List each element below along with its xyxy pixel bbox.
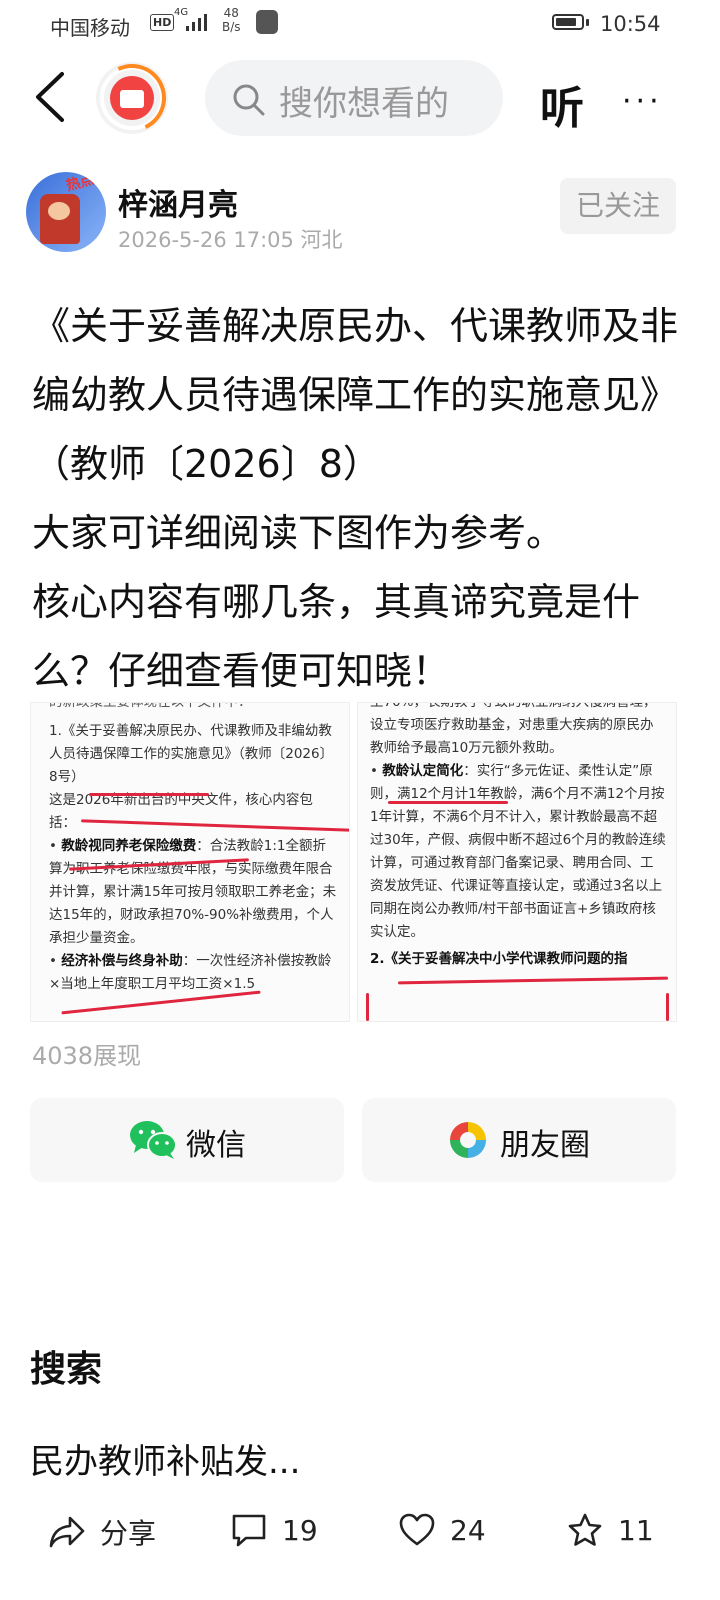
- image-bullet: • 教龄视同养老保险缴费：合法教龄1:1全额折算为职工养老保险缴费年限，与实际缴…: [49, 838, 337, 946]
- like-count: 24: [450, 1513, 486, 1547]
- bullet-body: ：合法教龄1:1全额折算为职工养老保险缴费年限，与实际缴费年限合并计算，累计满1…: [49, 838, 337, 946]
- search-bar[interactable]: 搜你想看的: [205, 60, 503, 136]
- comment-count: 19: [282, 1513, 318, 1547]
- author-name[interactable]: 梓涵月亮: [118, 180, 238, 224]
- battery-icon: [552, 14, 584, 30]
- clock: 10:54: [600, 12, 661, 36]
- follow-button[interactable]: 已关注: [560, 178, 676, 234]
- share-wechat-button[interactable]: 微信: [30, 1098, 344, 1182]
- share-arrow-icon: [49, 1516, 85, 1548]
- favorite-button[interactable]: 11: [566, 1512, 654, 1548]
- bullet-head: 教龄认定简化: [382, 763, 464, 779]
- comment-icon: [232, 1514, 266, 1547]
- post-paragraph: 核心内容有哪几条，其真谛究竟是什么？仔细查看便可知晓！: [32, 580, 641, 693]
- bottom-action-bar: 分享 19 24 11: [0, 1480, 720, 1600]
- network-signal-icon: 4G: [174, 8, 207, 31]
- network-speed-value: 48: [223, 6, 239, 20]
- post-image-2[interactable]: 至70%，长期教学导致的职业病纳入慢病管理，设立专项医疗救助基金，对患重大疾病的…: [357, 702, 677, 1022]
- post-image-1[interactable]: 的新政策主要体现在以下文件中： 1.《关于妥善解决原民办、代课教师及非编幼教人员…: [30, 702, 350, 1022]
- network-speed: 48 B/s: [222, 6, 241, 34]
- red-underline: [388, 801, 508, 804]
- image-doc-title: 1.《关于妥善解决原民办、代课教师及非编幼教人员待遇保障工作的实施意见》（教师〔…: [49, 723, 334, 785]
- image-doc-title: 2.《关于妥善解决中小学代课教师问题的指: [370, 951, 628, 967]
- avatar-face: [48, 202, 70, 220]
- carrier-name: 中国移动: [50, 16, 130, 40]
- image-bullet: • 教龄认定简化：实行“多元佐证、柔性认定”原则，满12个月计1年教龄，满6个月…: [370, 763, 666, 940]
- share-moments-button[interactable]: 朋友圈: [362, 1098, 676, 1182]
- bullet-head: 经济补偿与终身补助: [61, 953, 183, 969]
- bullet-head: 教龄视同养老保险缴费: [61, 838, 197, 854]
- search-section-title: 搜索: [30, 1349, 103, 1390]
- more-options-button[interactable]: ···: [622, 84, 663, 119]
- status-bar: 中国移动 HD 4G 48 B/s 10:54: [0, 0, 720, 50]
- notification-bag-icon: [256, 10, 278, 34]
- app-logo-button[interactable]: [88, 54, 176, 142]
- post-meta: 2026-5-26 17:05 河北: [118, 228, 343, 252]
- wechat-icon: [130, 1121, 177, 1159]
- share-wechat-label: 微信: [186, 1128, 246, 1163]
- share-moments-label: 朋友圈: [500, 1128, 590, 1163]
- listen-button[interactable]: 听: [540, 72, 584, 136]
- back-button[interactable]: [30, 70, 70, 125]
- post-paragraph: 大家可详细阅读下图作为参考。: [32, 511, 565, 555]
- search-placeholder: 搜你想看的: [279, 84, 449, 124]
- hd-badge: HD: [150, 14, 175, 31]
- moments-icon: [450, 1122, 486, 1158]
- avatar-hot-tag: 热点: [64, 172, 96, 195]
- favorite-count: 11: [618, 1513, 654, 1547]
- share-label: 分享: [100, 1517, 157, 1550]
- post-content: 《关于妥善解决原民办、代课教师及非编幼教人员待遇保障工作的实施意见》（教师〔20…: [32, 292, 682, 706]
- search-icon: [233, 84, 265, 116]
- heart-icon: [399, 1513, 435, 1546]
- image-bullet: • 经济补偿与终身补助：一次性经济补偿按教龄×当地上年度职工月平均工资×1.5: [49, 953, 332, 992]
- comment-button[interactable]: 19: [230, 1512, 318, 1548]
- share-button[interactable]: 分享: [48, 1512, 156, 1552]
- gift-box-icon: [120, 90, 144, 108]
- bullet-body: ：实行“多元佐证、柔性认定”原则，满12个月计1年教龄，满6个月不满12个月按1…: [370, 763, 666, 940]
- red-underline: [89, 793, 209, 796]
- battery-tip: [586, 19, 589, 26]
- view-count: 4038展现: [32, 1042, 142, 1070]
- red-underline: [397, 976, 669, 985]
- network-speed-unit: B/s: [222, 20, 241, 34]
- search-suggestion[interactable]: 民办教师补贴发...: [30, 1434, 300, 1483]
- red-underline: [666, 993, 669, 1021]
- star-icon: [568, 1513, 602, 1546]
- image-text-line: 至70%，长期教学导致的职业病纳入慢病管理，设立专项医疗救助基金，对患重大疾病的…: [370, 702, 657, 756]
- post-paragraph: 《关于妥善解决原民办、代课教师及非编幼教人员待遇保障工作的实施意见》（教师〔20…: [32, 304, 679, 486]
- red-underline: [366, 993, 369, 1021]
- chevron-left-icon: [36, 72, 64, 122]
- author-avatar[interactable]: 热点: [26, 172, 106, 252]
- like-button[interactable]: 24: [398, 1512, 486, 1548]
- image-text-line: 的新政策主要体现在以下文件中：: [49, 702, 252, 710]
